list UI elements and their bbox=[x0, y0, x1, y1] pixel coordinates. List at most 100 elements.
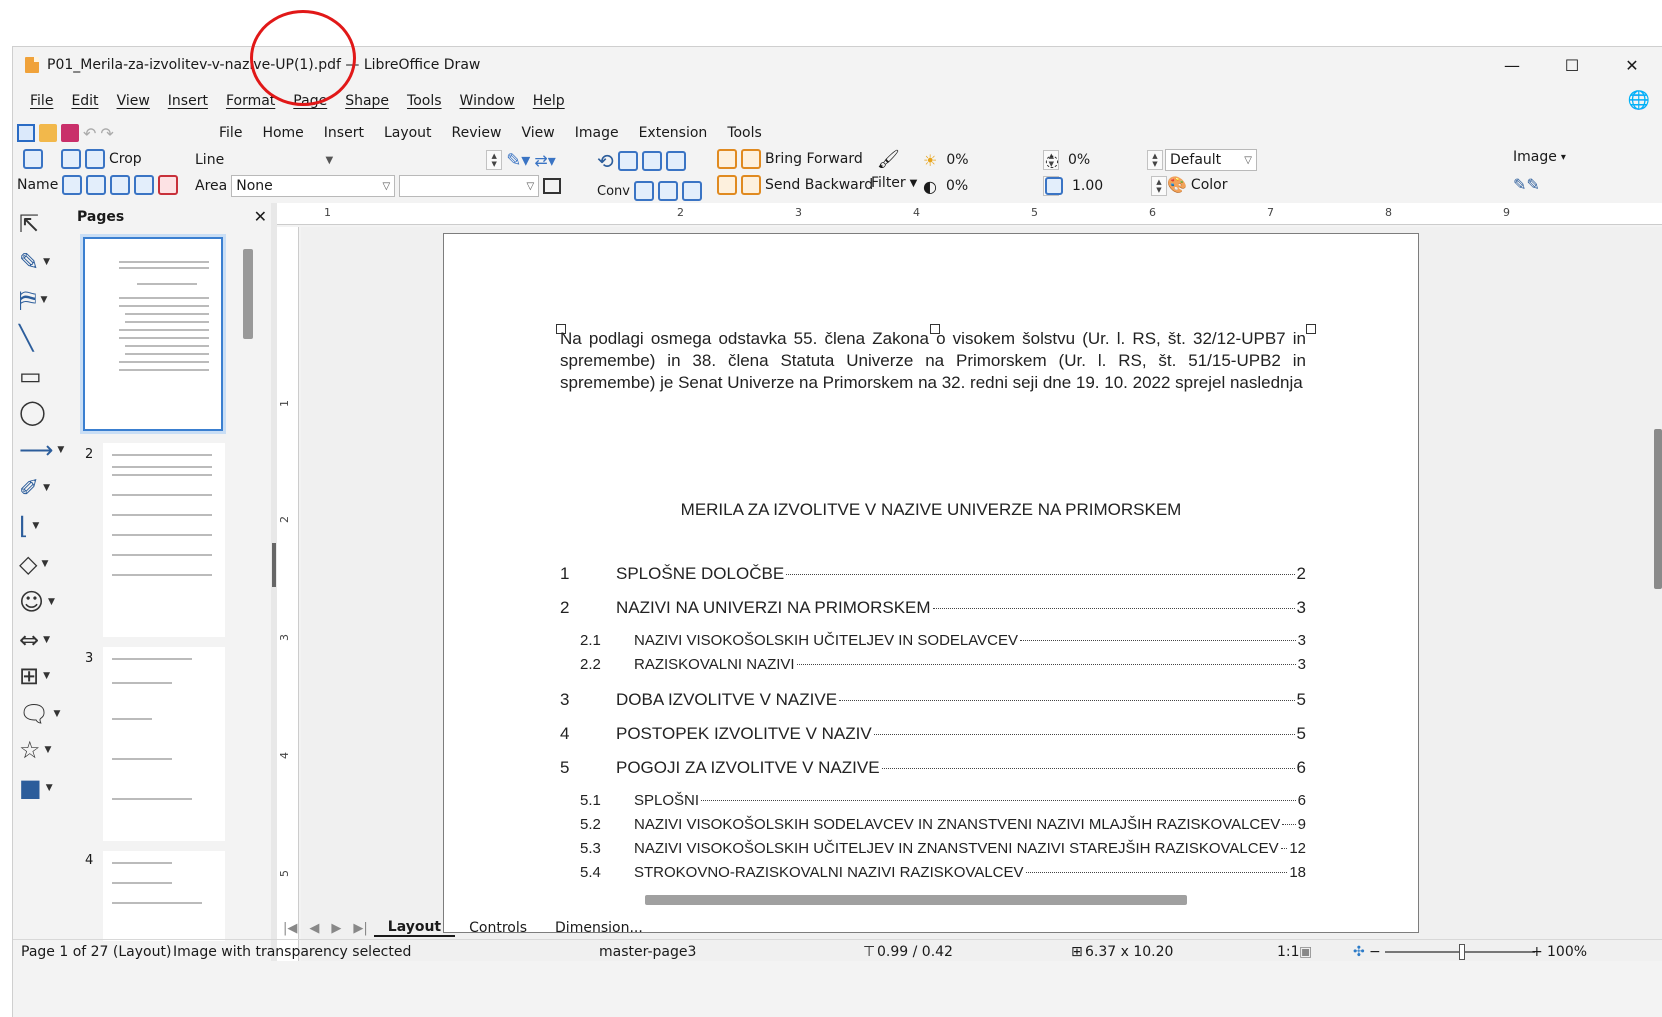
canvas-vertical-scrollbar[interactable] bbox=[1654, 429, 1662, 589]
3d-objects-icon[interactable]: ■ ▼ bbox=[19, 773, 59, 803]
tab-home[interactable]: Home bbox=[252, 125, 313, 141]
transparency-field[interactable]: 0% bbox=[1063, 149, 1143, 171]
maximize-button[interactable]: ☐ bbox=[1542, 47, 1602, 83]
menu-help[interactable]: Help bbox=[524, 93, 574, 109]
menu-insert[interactable]: Insert bbox=[159, 93, 217, 109]
close-button[interactable]: ✕ bbox=[1602, 47, 1662, 83]
properties-icon[interactable] bbox=[23, 149, 43, 169]
symbol-shapes-icon[interactable]: ☺ ▼ bbox=[19, 587, 59, 617]
drawing-canvas[interactable]: Na podlagi osmega odstavka 55. člena Zak… bbox=[301, 227, 1662, 961]
menu-file[interactable]: File bbox=[21, 93, 62, 109]
area-fill-detail[interactable]: ▽ bbox=[399, 175, 540, 197]
tab-insert[interactable]: Insert bbox=[314, 125, 374, 141]
stars-icon[interactable]: ☆ ▼ bbox=[19, 735, 59, 765]
open-icon[interactable] bbox=[39, 124, 57, 142]
bring-forward-icon[interactable] bbox=[741, 149, 761, 169]
filter-icon[interactable]: 🖌 bbox=[877, 149, 900, 170]
image-mode-select[interactable]: Default ▽ bbox=[1165, 149, 1257, 171]
document-page[interactable]: Na podlagi osmega odstavka 55. člena Zak… bbox=[443, 233, 1419, 933]
align-right-icon[interactable] bbox=[665, 151, 686, 171]
select-icon[interactable] bbox=[62, 175, 83, 195]
rectangle-tool-icon[interactable]: ▭ bbox=[19, 361, 59, 391]
line-tool-icon[interactable]: ╲ bbox=[19, 323, 59, 353]
transform-icon[interactable]: ⟲ bbox=[597, 149, 614, 173]
last-tab-icon[interactable]: ▶| bbox=[353, 921, 367, 936]
tab-layout[interactable]: Layout bbox=[374, 125, 442, 141]
ellipse-tool-icon[interactable]: ◯ bbox=[19, 397, 59, 427]
fit-page-icon[interactable]: ✣ bbox=[1353, 944, 1365, 960]
bring-forward-button[interactable]: Bring Forward bbox=[765, 151, 863, 167]
page-thumbnail-3[interactable] bbox=[103, 647, 225, 841]
align-middle-icon[interactable] bbox=[657, 181, 678, 201]
menu-view[interactable]: View bbox=[108, 93, 159, 109]
tab-controls-layer[interactable]: Controls bbox=[455, 920, 541, 936]
tab-tools[interactable]: Tools bbox=[717, 125, 772, 141]
filter-dropdown-icon[interactable]: ▼ bbox=[910, 178, 918, 189]
replace-image-icon[interactable] bbox=[61, 149, 81, 169]
align-left-icon[interactable] bbox=[617, 151, 638, 171]
line-width-field[interactable] bbox=[342, 149, 482, 171]
zoom-slider-knob[interactable] bbox=[1459, 944, 1465, 960]
line-style-select[interactable]: ▼ bbox=[228, 149, 338, 171]
status-zoom[interactable]: 100% bbox=[1547, 944, 1587, 960]
image-menu-button[interactable]: Image bbox=[1513, 149, 1557, 165]
pages-panel-close-icon[interactable]: ✕ bbox=[254, 207, 267, 226]
connector-tool-icon[interactable]: ⌊ ▼ bbox=[19, 511, 59, 541]
area-fill-select[interactable]: None ▽ bbox=[231, 175, 396, 197]
status-scale[interactable]: 1:1 bbox=[1277, 944, 1300, 960]
gamma-spin[interactable]: ▲ ▼ bbox=[1151, 176, 1167, 196]
crop-icon[interactable] bbox=[85, 149, 105, 169]
status-master-page[interactable]: master-page3 bbox=[599, 944, 696, 960]
tab-extension[interactable]: Extension bbox=[629, 125, 718, 141]
arrow-style-icon[interactable]: ⇄▾ bbox=[534, 151, 555, 170]
send-backward-icon[interactable] bbox=[741, 175, 761, 195]
menu-shape[interactable]: Shape bbox=[336, 93, 398, 109]
tab-layout-layer[interactable]: Layout bbox=[373, 919, 456, 937]
flowchart-icon[interactable]: ⊞ ▼ bbox=[19, 661, 59, 691]
brightness-field[interactable]: 0% bbox=[941, 149, 1039, 171]
image-menu-dropdown-icon[interactable]: ▾ bbox=[1561, 152, 1566, 163]
align-center-icon[interactable] bbox=[641, 151, 662, 171]
flip-horizontal-icon[interactable] bbox=[110, 175, 131, 195]
image-edit-icon[interactable]: ✎✎ bbox=[1513, 175, 1540, 194]
curve-tool-icon[interactable]: ✐ ▼ bbox=[19, 473, 59, 503]
tab-image[interactable]: Image bbox=[565, 125, 629, 141]
new-icon[interactable] bbox=[17, 124, 35, 142]
block-arrows-icon[interactable]: ⇔ ▼ bbox=[19, 625, 59, 655]
bring-to-front-icon[interactable] bbox=[717, 149, 737, 169]
basic-shapes-icon[interactable]: ◇ ▼ bbox=[19, 549, 59, 579]
line-color-tool-icon[interactable]: ✎ ▼ bbox=[19, 247, 59, 277]
page-thumbnail-4[interactable] bbox=[103, 851, 225, 941]
first-tab-icon[interactable]: |◀ bbox=[283, 921, 297, 936]
transparency-spin[interactable]: ▲ ▼ bbox=[1146, 150, 1163, 170]
save-image-icon[interactable] bbox=[158, 175, 179, 195]
send-to-back-icon[interactable] bbox=[717, 175, 737, 195]
horizontal-ruler[interactable]: 1 2 3 4 5 6 7 8 9 bbox=[277, 203, 1662, 225]
menu-tools[interactable]: Tools bbox=[398, 93, 451, 109]
convert-button[interactable]: Conv bbox=[597, 184, 630, 199]
pages-panel-scrollbar[interactable] bbox=[243, 249, 253, 339]
zoom-in-icon[interactable]: + bbox=[1531, 944, 1543, 960]
minimize-button[interactable]: — bbox=[1482, 47, 1542, 83]
selection-handle[interactable] bbox=[1306, 324, 1316, 334]
contrast-field[interactable]: 0% bbox=[941, 175, 1039, 197]
next-tab-icon[interactable]: ▶ bbox=[331, 921, 341, 936]
page-thumbnail-1[interactable] bbox=[80, 234, 226, 434]
tab-review[interactable]: Review bbox=[442, 125, 512, 141]
compress-icon[interactable] bbox=[134, 175, 155, 195]
zoom-out-icon[interactable]: − bbox=[1369, 944, 1381, 960]
crop-button[interactable]: Crop bbox=[109, 151, 142, 167]
filter-button[interactable]: Filter bbox=[871, 175, 906, 191]
canvas-horizontal-scrollbar[interactable] bbox=[645, 895, 1187, 905]
menu-window[interactable]: Window bbox=[451, 93, 524, 109]
arrow-tool-icon[interactable]: ⟶ ▼ bbox=[19, 435, 64, 465]
save-icon[interactable] bbox=[61, 124, 79, 142]
gamma-field[interactable]: 1.00 bbox=[1067, 175, 1147, 197]
select-tool-icon[interactable]: ⇱ bbox=[19, 209, 59, 239]
vertical-ruler[interactable]: 1 2 3 4 5 bbox=[277, 227, 299, 961]
send-backward-button[interactable]: Send Backward bbox=[765, 177, 873, 193]
page-thumbnail-2[interactable] bbox=[103, 443, 225, 637]
name-button[interactable]: Name bbox=[17, 177, 58, 193]
undo-icon[interactable]: ↶ bbox=[83, 124, 96, 143]
shadow-icon[interactable] bbox=[543, 178, 562, 194]
